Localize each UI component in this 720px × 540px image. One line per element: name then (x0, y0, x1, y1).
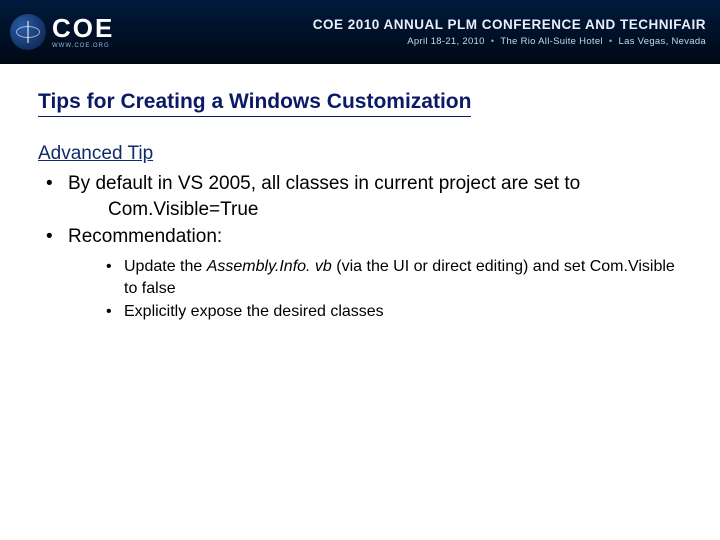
bullet-item: Recommendation: Update the Assembly.Info… (38, 224, 682, 322)
logo-url: WWW.COE.ORG (52, 43, 114, 49)
globe-icon (10, 14, 46, 50)
banner-city: Las Vegas, Nevada (619, 36, 707, 47)
bullet-list: By default in VS 2005, all classes in cu… (38, 171, 682, 323)
sub-bullet-italic: Assembly.Info. vb (207, 258, 337, 275)
bullet-text: Recommendation: (68, 226, 222, 247)
bullet-text: By default in VS 2005, all classes in cu… (68, 173, 580, 194)
banner-venue: The Rio All-Suite Hotel (500, 36, 602, 47)
banner-text: COE 2010 ANNUAL PLM CONFERENCE AND TECHN… (313, 17, 706, 47)
sub-bullet-text-a: Update the (124, 258, 207, 275)
bullet-continuation: Com.Visible=True (68, 197, 682, 223)
logo-text: COE WWW.COE.ORG (52, 15, 114, 49)
sub-bullet-item: Update the Assembly.Info. vb (via the UI… (68, 256, 682, 299)
header-banner: COE WWW.COE.ORG COE 2010 ANNUAL PLM CONF… (0, 0, 720, 64)
sub-bullet-text: Explicitly expose the desired classes (124, 303, 384, 320)
banner-date: April 18-21, 2010 (407, 36, 484, 47)
logo-acronym: COE (52, 15, 114, 41)
slide-content: Tips for Creating a Windows Customizatio… (0, 64, 720, 323)
sub-bullet-item: Explicitly expose the desired classes (68, 301, 682, 323)
bullet-item: By default in VS 2005, all classes in cu… (38, 171, 682, 222)
logo: COE WWW.COE.ORG (10, 14, 114, 50)
sub-bullet-list: Update the Assembly.Info. vb (via the UI… (68, 256, 682, 323)
section-subhead: Advanced Tip (38, 143, 682, 165)
slide-title: Tips for Creating a Windows Customizatio… (38, 90, 471, 117)
banner-subtitle: April 18-21, 2010•The Rio All-Suite Hote… (313, 36, 706, 47)
banner-title: COE 2010 ANNUAL PLM CONFERENCE AND TECHN… (313, 17, 706, 32)
